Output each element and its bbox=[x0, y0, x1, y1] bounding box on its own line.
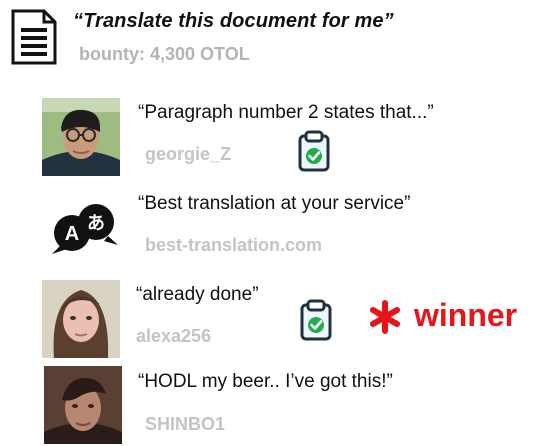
avatar-alexa bbox=[42, 280, 120, 358]
avatar-georgie bbox=[42, 98, 120, 176]
clipboard-check-icon bbox=[298, 130, 330, 172]
logo-letter-japanese: あ bbox=[87, 213, 105, 234]
response-user[interactable]: best-translation.com bbox=[145, 235, 322, 256]
avatar-shinbo bbox=[44, 366, 122, 444]
asterisk-star-icon bbox=[370, 300, 400, 334]
winner-badge: winner bbox=[414, 297, 518, 333]
document-icon bbox=[11, 9, 57, 65]
translation-logo-icon: A あ bbox=[52, 204, 118, 254]
man-with-glasses-photo bbox=[42, 98, 120, 176]
request-title: “Translate this document for me” bbox=[73, 10, 394, 32]
response-message: “already done” bbox=[136, 284, 259, 305]
woman-portrait-photo bbox=[42, 280, 120, 358]
response-message: “Best translation at your service” bbox=[138, 193, 411, 214]
clipboard-check-icon bbox=[300, 299, 332, 341]
response-message: “Paragraph number 2 states that...” bbox=[138, 102, 434, 123]
bounty-thread: “Translate this document for me” bounty:… bbox=[0, 0, 534, 446]
request-bounty: bounty: 4,300 OTOL bbox=[79, 44, 250, 64]
logo-letter-a: A bbox=[65, 223, 79, 245]
response-user[interactable]: SHINBO1 bbox=[145, 414, 225, 435]
response-message: “HODL my beer.. I’ve got this!” bbox=[138, 371, 393, 392]
man-portrait-photo bbox=[44, 366, 122, 444]
response-user[interactable]: alexa256 bbox=[136, 326, 211, 347]
response-user[interactable]: georgie_Z bbox=[145, 144, 231, 165]
